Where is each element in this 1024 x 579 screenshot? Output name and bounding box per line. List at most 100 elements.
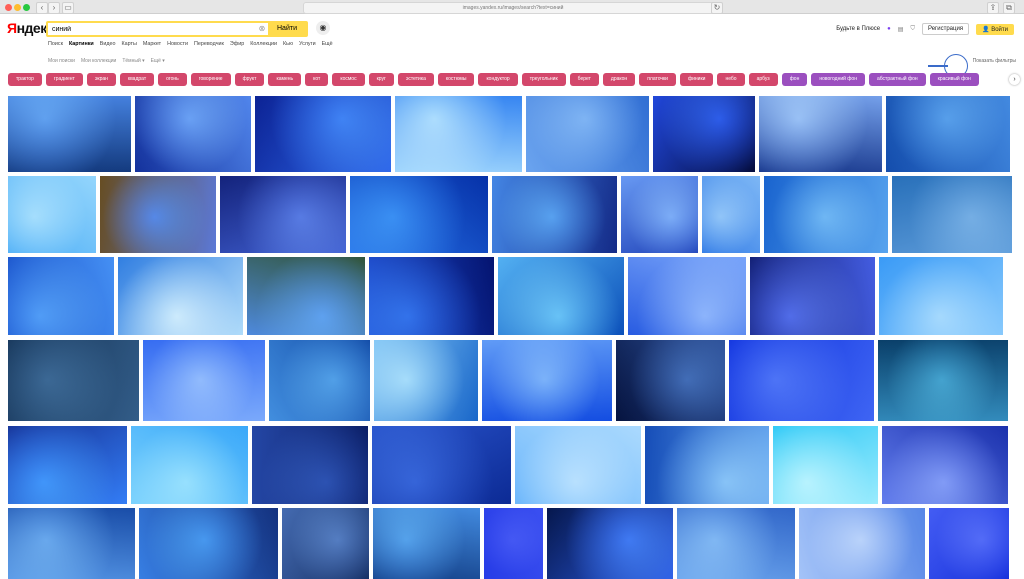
tag-chip[interactable]: экран	[86, 73, 116, 86]
tag-chip[interactable]: говорение	[190, 73, 231, 86]
tag-chip[interactable]: костюмы	[437, 73, 475, 86]
share-icon[interactable]: ⇪	[987, 2, 999, 14]
tag-chip[interactable]: кондуктор	[478, 73, 518, 86]
image-thumbnail[interactable]	[8, 257, 114, 335]
service-tab-6[interactable]: Переводчик	[194, 41, 224, 47]
tabs-icon[interactable]: ⧉	[1003, 2, 1015, 14]
image-thumbnail[interactable]	[131, 426, 248, 504]
image-thumbnail[interactable]	[482, 340, 612, 421]
image-thumbnail[interactable]	[892, 176, 1012, 253]
tag-chip[interactable]: платочки	[639, 73, 676, 86]
filter-item-0[interactable]: Мои поиски	[48, 58, 75, 64]
address-bar[interactable]: images.yandex.ru/images/search?text=сини…	[303, 2, 723, 14]
service-tab-3[interactable]: Карты	[122, 41, 137, 47]
image-thumbnail[interactable]	[282, 508, 369, 579]
tag-chip[interactable]: треугольник	[521, 73, 566, 86]
image-thumbnail[interactable]	[8, 426, 127, 504]
image-thumbnail[interactable]	[515, 426, 641, 504]
filter-item-2[interactable]: Тёмный ▾	[122, 58, 144, 64]
forward-arrow-icon[interactable]: ›	[48, 2, 60, 14]
tag-chip[interactable]: финики	[679, 73, 714, 86]
close-window-icon[interactable]	[5, 4, 12, 11]
service-tab-11[interactable]: Ещё	[322, 41, 333, 47]
tag-chip[interactable]: эстетика	[397, 73, 434, 86]
image-thumbnail[interactable]	[879, 257, 1003, 335]
filter-item-3[interactable]: Ещё ▾	[151, 58, 165, 64]
tag-chip[interactable]: небо	[717, 73, 745, 86]
image-thumbnail[interactable]	[374, 340, 478, 421]
reload-icon[interactable]: ↻	[711, 2, 723, 14]
bag-icon[interactable]: ▤	[898, 26, 904, 33]
tag-chip[interactable]: берет	[569, 73, 599, 86]
tag-chip[interactable]: дракон	[602, 73, 636, 86]
clear-icon[interactable]: ⊗	[256, 23, 268, 35]
show-filters-button[interactable]: Показать фильтры	[973, 58, 1016, 64]
tag-chip[interactable]: градиент	[45, 73, 83, 86]
image-thumbnail[interactable]	[269, 340, 370, 421]
image-thumbnail[interactable]	[702, 176, 760, 253]
shield-icon[interactable]: ⛉	[910, 26, 915, 33]
image-thumbnail[interactable]	[759, 96, 882, 172]
tag-chip[interactable]: круг	[368, 73, 394, 86]
image-thumbnail[interactable]	[498, 257, 624, 335]
minimize-window-icon[interactable]	[14, 4, 21, 11]
service-tab-1[interactable]: Картинки	[69, 41, 94, 47]
image-thumbnail[interactable]	[395, 96, 522, 172]
tag-chip[interactable]: космос	[332, 73, 365, 86]
image-thumbnail[interactable]	[100, 176, 216, 253]
image-thumbnail[interactable]	[220, 176, 346, 253]
image-thumbnail[interactable]	[764, 176, 888, 253]
chevron-right-icon[interactable]: ›	[1009, 74, 1020, 85]
image-thumbnail[interactable]	[369, 257, 494, 335]
image-thumbnail[interactable]	[526, 96, 649, 172]
image-thumbnail[interactable]	[773, 426, 878, 504]
image-thumbnail[interactable]	[547, 508, 673, 579]
image-thumbnail[interactable]	[255, 96, 391, 172]
image-thumbnail[interactable]	[8, 508, 135, 579]
image-thumbnail[interactable]	[645, 426, 769, 504]
back-arrow-icon[interactable]: ‹	[36, 2, 48, 14]
image-thumbnail[interactable]	[8, 340, 139, 421]
service-tab-8[interactable]: Коллекции	[250, 41, 277, 47]
tag-chip[interactable]: красивый фон	[929, 73, 979, 86]
image-thumbnail[interactable]	[252, 426, 368, 504]
image-thumbnail[interactable]	[492, 176, 617, 253]
tag-chip[interactable]: фрукт	[234, 73, 265, 86]
tag-chip[interactable]: огонь	[158, 73, 187, 86]
image-thumbnail[interactable]	[621, 176, 698, 253]
camera-icon[interactable]: ◉	[316, 21, 330, 35]
image-thumbnail[interactable]	[484, 508, 543, 579]
register-button[interactable]: Регистрация	[921, 23, 970, 35]
image-thumbnail[interactable]	[135, 96, 251, 172]
tag-chip[interactable]: арбуз	[748, 73, 778, 86]
image-thumbnail[interactable]	[350, 176, 488, 253]
image-thumbnail[interactable]	[143, 340, 265, 421]
image-thumbnail[interactable]	[373, 508, 480, 579]
image-thumbnail[interactable]	[799, 508, 925, 579]
plus-promo-link[interactable]: Будьте в Плюсе	[836, 26, 880, 32]
find-button[interactable]: Найти	[268, 23, 306, 35]
image-thumbnail[interactable]	[616, 340, 725, 421]
service-tab-2[interactable]: Видео	[100, 41, 116, 47]
image-thumbnail[interactable]	[118, 257, 243, 335]
image-thumbnail[interactable]	[750, 257, 875, 335]
image-thumbnail[interactable]	[8, 96, 131, 172]
tag-chip[interactable]: новогодний фон	[811, 73, 865, 86]
filter-item-1[interactable]: Мои коллекции	[81, 58, 116, 64]
service-tab-9[interactable]: Кью	[283, 41, 293, 47]
tag-chip[interactable]: кот	[305, 73, 329, 86]
maximize-window-icon[interactable]	[23, 4, 30, 11]
image-thumbnail[interactable]	[628, 257, 746, 335]
tag-chip[interactable]: квадрат	[119, 73, 155, 86]
service-tab-5[interactable]: Новости	[167, 41, 188, 47]
image-thumbnail[interactable]	[929, 508, 1009, 579]
service-tab-0[interactable]: Поиск	[48, 41, 63, 47]
tag-chip[interactable]: трактор	[8, 73, 42, 86]
tag-chip[interactable]: камень	[268, 73, 302, 86]
image-thumbnail[interactable]	[882, 426, 1008, 504]
image-thumbnail[interactable]	[247, 257, 365, 335]
image-thumbnail[interactable]	[8, 176, 96, 253]
tag-chip[interactable]: абстрактный фон	[868, 73, 926, 86]
image-thumbnail[interactable]	[139, 508, 278, 579]
image-thumbnail[interactable]	[729, 340, 874, 421]
